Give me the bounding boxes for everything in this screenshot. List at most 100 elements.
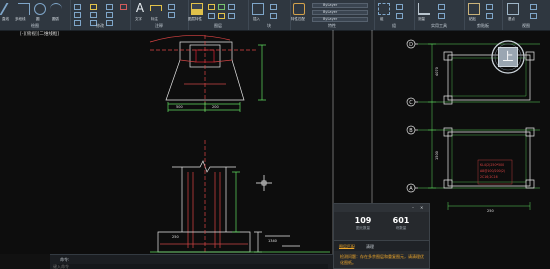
group-label[interactable]: 组 xyxy=(380,17,384,22)
layer-lock-icon[interactable] xyxy=(208,13,215,19)
break-line xyxy=(172,160,236,173)
grid-bubble-leaders xyxy=(415,43,418,189)
viewport-icon[interactable] xyxy=(530,4,537,10)
left-dock xyxy=(0,254,50,269)
active-tab-indicator xyxy=(339,248,354,249)
copy-clip-icon[interactable] xyxy=(486,4,493,10)
dim-text-4: 1340 xyxy=(268,239,277,243)
grid-label-b: B xyxy=(409,128,413,134)
arc-upper xyxy=(149,35,231,43)
dim-text-6: 1500 xyxy=(435,151,439,160)
scale-icon[interactable] xyxy=(106,12,113,18)
panel-header: – ✕ xyxy=(334,204,429,212)
erase-icon[interactable] xyxy=(120,4,127,10)
circle-tool-icon[interactable] xyxy=(34,3,46,15)
beam-text-2: A8@100/200(2) xyxy=(480,169,505,173)
layer-make-current-icon[interactable] xyxy=(218,13,225,19)
ribbon-group-utilities: 测量 实用工具 xyxy=(414,0,465,30)
lineweight-dropdown[interactable]: ByLayer xyxy=(312,17,368,22)
ribbon-group-properties: 特性匹配 ByLayer ByLayer ByLayer 特性 xyxy=(290,0,375,30)
viewport-label[interactable]: [-][俯视][二维线框] xyxy=(20,31,59,37)
command-input[interactable] xyxy=(53,264,328,269)
dim-text-2: 200 xyxy=(212,105,219,109)
leader-icon[interactable] xyxy=(168,4,175,10)
dim-lines-side xyxy=(258,44,266,101)
edit-block-icon[interactable] xyxy=(270,13,277,19)
ribbon-group-label: 实用工具 xyxy=(431,23,447,28)
mirror-icon[interactable] xyxy=(90,12,97,18)
trim-icon[interactable] xyxy=(90,4,97,10)
ribbon-group-label: 块 xyxy=(267,23,271,28)
line-tool-icon[interactable] xyxy=(0,3,19,15)
named-views-icon[interactable] xyxy=(530,13,537,19)
ribbon-group-draw: 直线 多段线 圆 圆弧 绘图 xyxy=(0,0,71,30)
dimension-tool-label[interactable]: 标注 xyxy=(151,17,158,22)
ribbon: 直线 多段线 圆 圆弧 绘图 修改 A 文字 标注 注释 图层特性 图层 插入 … xyxy=(0,0,550,31)
group-edit-icon[interactable] xyxy=(396,13,403,19)
ribbon-group-annotation: A 文字 标注 注释 xyxy=(130,0,189,30)
cut-icon[interactable] xyxy=(486,13,493,19)
paste-label[interactable]: 粘贴 xyxy=(469,17,476,22)
stat-value-entities: 109 xyxy=(354,216,372,225)
measure-label[interactable]: 测量 xyxy=(418,17,425,22)
paste-icon[interactable] xyxy=(468,3,480,15)
ribbon-group-label: 绘图 xyxy=(31,23,39,28)
group-icon[interactable] xyxy=(378,3,390,15)
tab-cleanup[interactable]: 清理 xyxy=(366,244,374,250)
ribbon-group-layers: 图层特性 图层 xyxy=(188,0,249,30)
arc-tool-icon[interactable] xyxy=(50,3,62,15)
panel-minimize-icon[interactable]: – xyxy=(412,205,414,210)
circle-tool-label[interactable]: 圆 xyxy=(36,17,40,22)
ribbon-group-clipboard: 粘贴 剪贴板 xyxy=(464,0,503,30)
calculator-icon[interactable] xyxy=(438,4,445,10)
dim-text-1: 500 xyxy=(176,105,183,109)
column-lower xyxy=(181,167,227,232)
polyline-tool-icon[interactable] xyxy=(18,3,30,15)
dimension-tool-icon[interactable] xyxy=(150,5,162,11)
drawing-analysis-panel: – ✕ 109 图元数量 601 块数量 图层匹配 清理 检测问题：存在多余图层… xyxy=(333,203,430,269)
rebar-lines xyxy=(187,172,221,248)
line-tool-label[interactable]: 直线 xyxy=(2,17,9,22)
rotate-icon[interactable] xyxy=(74,12,81,18)
command-prompt: 命令: xyxy=(60,257,70,262)
insert-block-icon[interactable] xyxy=(252,3,264,15)
insert-block-label[interactable]: 插入 xyxy=(253,17,260,22)
create-block-icon[interactable] xyxy=(270,4,277,10)
layer-match-icon[interactable] xyxy=(228,13,235,19)
panel-close-icon[interactable]: ✕ xyxy=(420,205,423,210)
color-dropdown[interactable]: ByLayer xyxy=(312,3,368,8)
plan-columns xyxy=(443,51,535,189)
text-tool-label[interactable]: 文字 xyxy=(135,17,142,22)
layer-freeze-icon[interactable] xyxy=(228,4,235,10)
ribbon-group-modify: 修改 xyxy=(70,0,131,30)
ribbon-group-label: 剪贴板 xyxy=(477,23,489,28)
ribbon-group-label: 修改 xyxy=(96,23,104,28)
quick-select-icon[interactable] xyxy=(438,13,445,19)
base-view-label[interactable]: 基点 xyxy=(508,17,515,22)
arc-tool-label[interactable]: 圆弧 xyxy=(52,17,59,22)
stat-label-blocks: 块数量 xyxy=(395,226,407,230)
base-view-icon[interactable] xyxy=(507,3,519,15)
move-icon[interactable] xyxy=(74,4,81,10)
ribbon-group-groups: 组 组 xyxy=(374,0,415,30)
text-tool-icon[interactable]: A xyxy=(134,2,146,14)
layer-properties-label[interactable]: 图层特性 xyxy=(188,17,202,22)
layer-properties-icon[interactable] xyxy=(191,3,203,15)
measure-icon[interactable] xyxy=(418,3,430,15)
stat-label-entities: 图元数量 xyxy=(356,226,370,230)
ribbon-group-label: 组 xyxy=(392,23,396,28)
tab-layer-match[interactable]: 图层匹配 xyxy=(339,244,355,250)
layer-on-icon[interactable] xyxy=(218,4,225,10)
match-properties-label[interactable]: 特性匹配 xyxy=(291,17,305,22)
plan-dim-left xyxy=(428,43,436,189)
linetype-dropdown[interactable]: ByLayer xyxy=(312,10,368,15)
ungroup-icon[interactable] xyxy=(396,4,403,10)
drawing-canvas[interactable]: D C B A 500 200 250 1340 4070 1500 250 K… xyxy=(0,30,550,269)
ribbon-group-label: 注释 xyxy=(155,23,163,28)
layer-state-icon[interactable] xyxy=(208,4,215,10)
fillet-icon[interactable] xyxy=(106,4,113,10)
match-properties-icon[interactable] xyxy=(293,3,305,15)
table-icon[interactable] xyxy=(168,12,175,18)
polyline-tool-label[interactable]: 多段线 xyxy=(15,17,26,22)
viewcube-top-face[interactable]: 上 xyxy=(498,47,518,67)
